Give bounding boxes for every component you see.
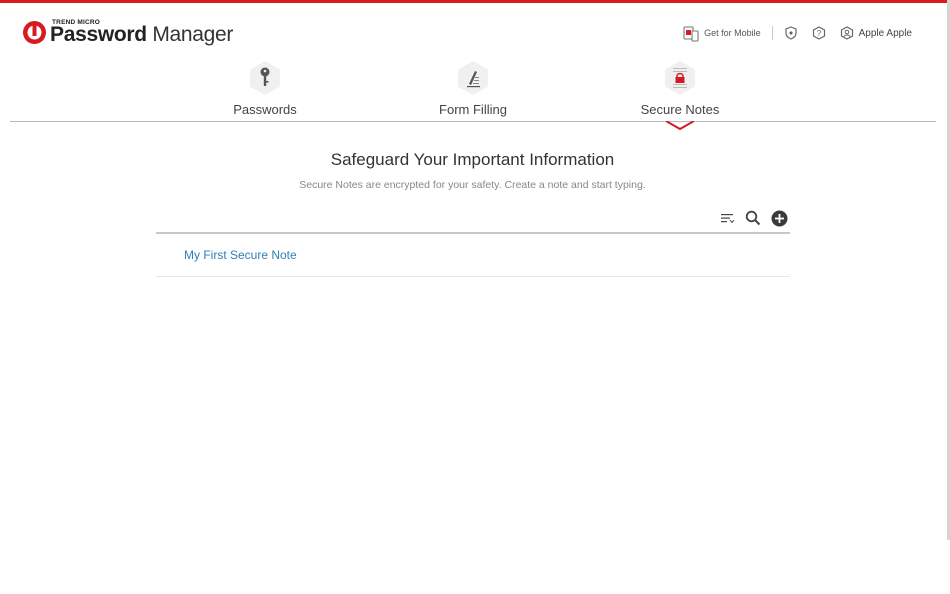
trend-micro-logo-icon [23,21,46,44]
add-icon[interactable] [770,209,788,227]
get-for-mobile-link[interactable]: Get for Mobile [683,25,761,42]
tab-passwords[interactable]: Passwords [190,60,340,117]
tab-passwords-label: Passwords [233,102,297,117]
note-title: My First Secure Note [184,248,297,262]
user-name: Apple Apple [858,27,912,39]
key-icon [250,61,280,95]
tab-form-filling-label: Form Filling [439,102,507,117]
header-divider [771,26,773,40]
tab-secure-notes-label: Secure Notes [640,102,720,117]
active-tab-indicator [666,121,694,131]
tab-form-filling[interactable]: Form Filling [398,60,548,117]
page-subtitle: Secure Notes are encrypted for your safe… [299,179,646,191]
main-tabs: Passwords Form Filling Secure Notes [0,60,950,124]
get-for-mobile-label: Get for Mobile [704,28,761,38]
shield-icon[interactable] [784,26,799,41]
svg-text:?: ? [817,29,822,38]
lock-note-icon [665,61,695,95]
pen-icon [458,61,488,95]
list-item[interactable]: My First Secure Note [156,234,790,277]
header-actions: Get for Mobile ? Apple Apple [683,23,912,43]
tab-secure-notes[interactable]: Secure Notes [605,60,755,117]
mobile-devices-icon [683,25,699,42]
notes-list: My First Secure Note [156,232,790,277]
sort-icon[interactable] [718,209,736,227]
user-menu[interactable]: Apple Apple [840,26,912,40]
user-icon [840,26,853,40]
page-title: Safeguard Your Important Information [330,150,615,169]
top-accent-bar [0,0,950,3]
help-icon[interactable]: ? [812,26,827,41]
search-icon[interactable] [744,209,762,227]
tabs-divider [10,121,936,122]
notes-toolbar [710,209,788,227]
product-name: Password Manager [50,23,234,46]
